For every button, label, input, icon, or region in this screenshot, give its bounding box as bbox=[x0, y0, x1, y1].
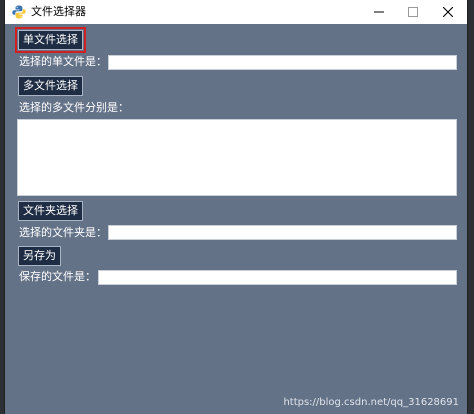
single-file-label: 选择的单文件是： bbox=[19, 55, 107, 68]
title-bar[interactable]: 文件选择器 bbox=[5, 0, 467, 24]
save-as-button[interactable]: 另存为 bbox=[18, 246, 61, 266]
save-file-path-field[interactable] bbox=[98, 270, 457, 285]
maximize-icon bbox=[408, 7, 418, 17]
file-selector-window: 文件选择器 单文件选择 选择的单文件是： 多文件选择 选择的多文件分别是： 文件… bbox=[5, 0, 467, 414]
folder-select-button[interactable]: 文件夹选择 bbox=[18, 201, 83, 221]
window-client-area: 单文件选择 选择的单文件是： 多文件选择 选择的多文件分别是： 文件夹选择 选择… bbox=[5, 24, 467, 414]
single-file-select-button[interactable]: 单文件选择 bbox=[15, 27, 86, 53]
multi-file-select-button[interactable]: 多文件选择 bbox=[18, 76, 83, 96]
minimize-icon bbox=[374, 11, 384, 13]
desktop-background: 文件选择器 单文件选择 选择的单文件是： 多文件选择 选择的多文件分别是： 文件… bbox=[0, 0, 474, 414]
folder-path-field[interactable] bbox=[108, 225, 457, 240]
minimize-button[interactable] bbox=[362, 0, 396, 24]
folder-label: 选择的文件夹是： bbox=[19, 226, 107, 239]
save-file-label: 保存的文件是： bbox=[19, 270, 96, 283]
close-button[interactable] bbox=[431, 0, 465, 24]
watermark-url: https://blog.csdn.net/qq_31628691 bbox=[283, 397, 459, 408]
multi-file-label: 选择的多文件分别是： bbox=[19, 101, 129, 114]
python-logo-icon bbox=[12, 5, 26, 19]
multi-file-paths-textbox[interactable] bbox=[17, 119, 457, 196]
maximize-button[interactable] bbox=[396, 0, 430, 24]
window-title: 文件选择器 bbox=[31, 5, 86, 18]
single-file-path-field[interactable] bbox=[108, 55, 457, 70]
close-icon bbox=[443, 7, 453, 17]
